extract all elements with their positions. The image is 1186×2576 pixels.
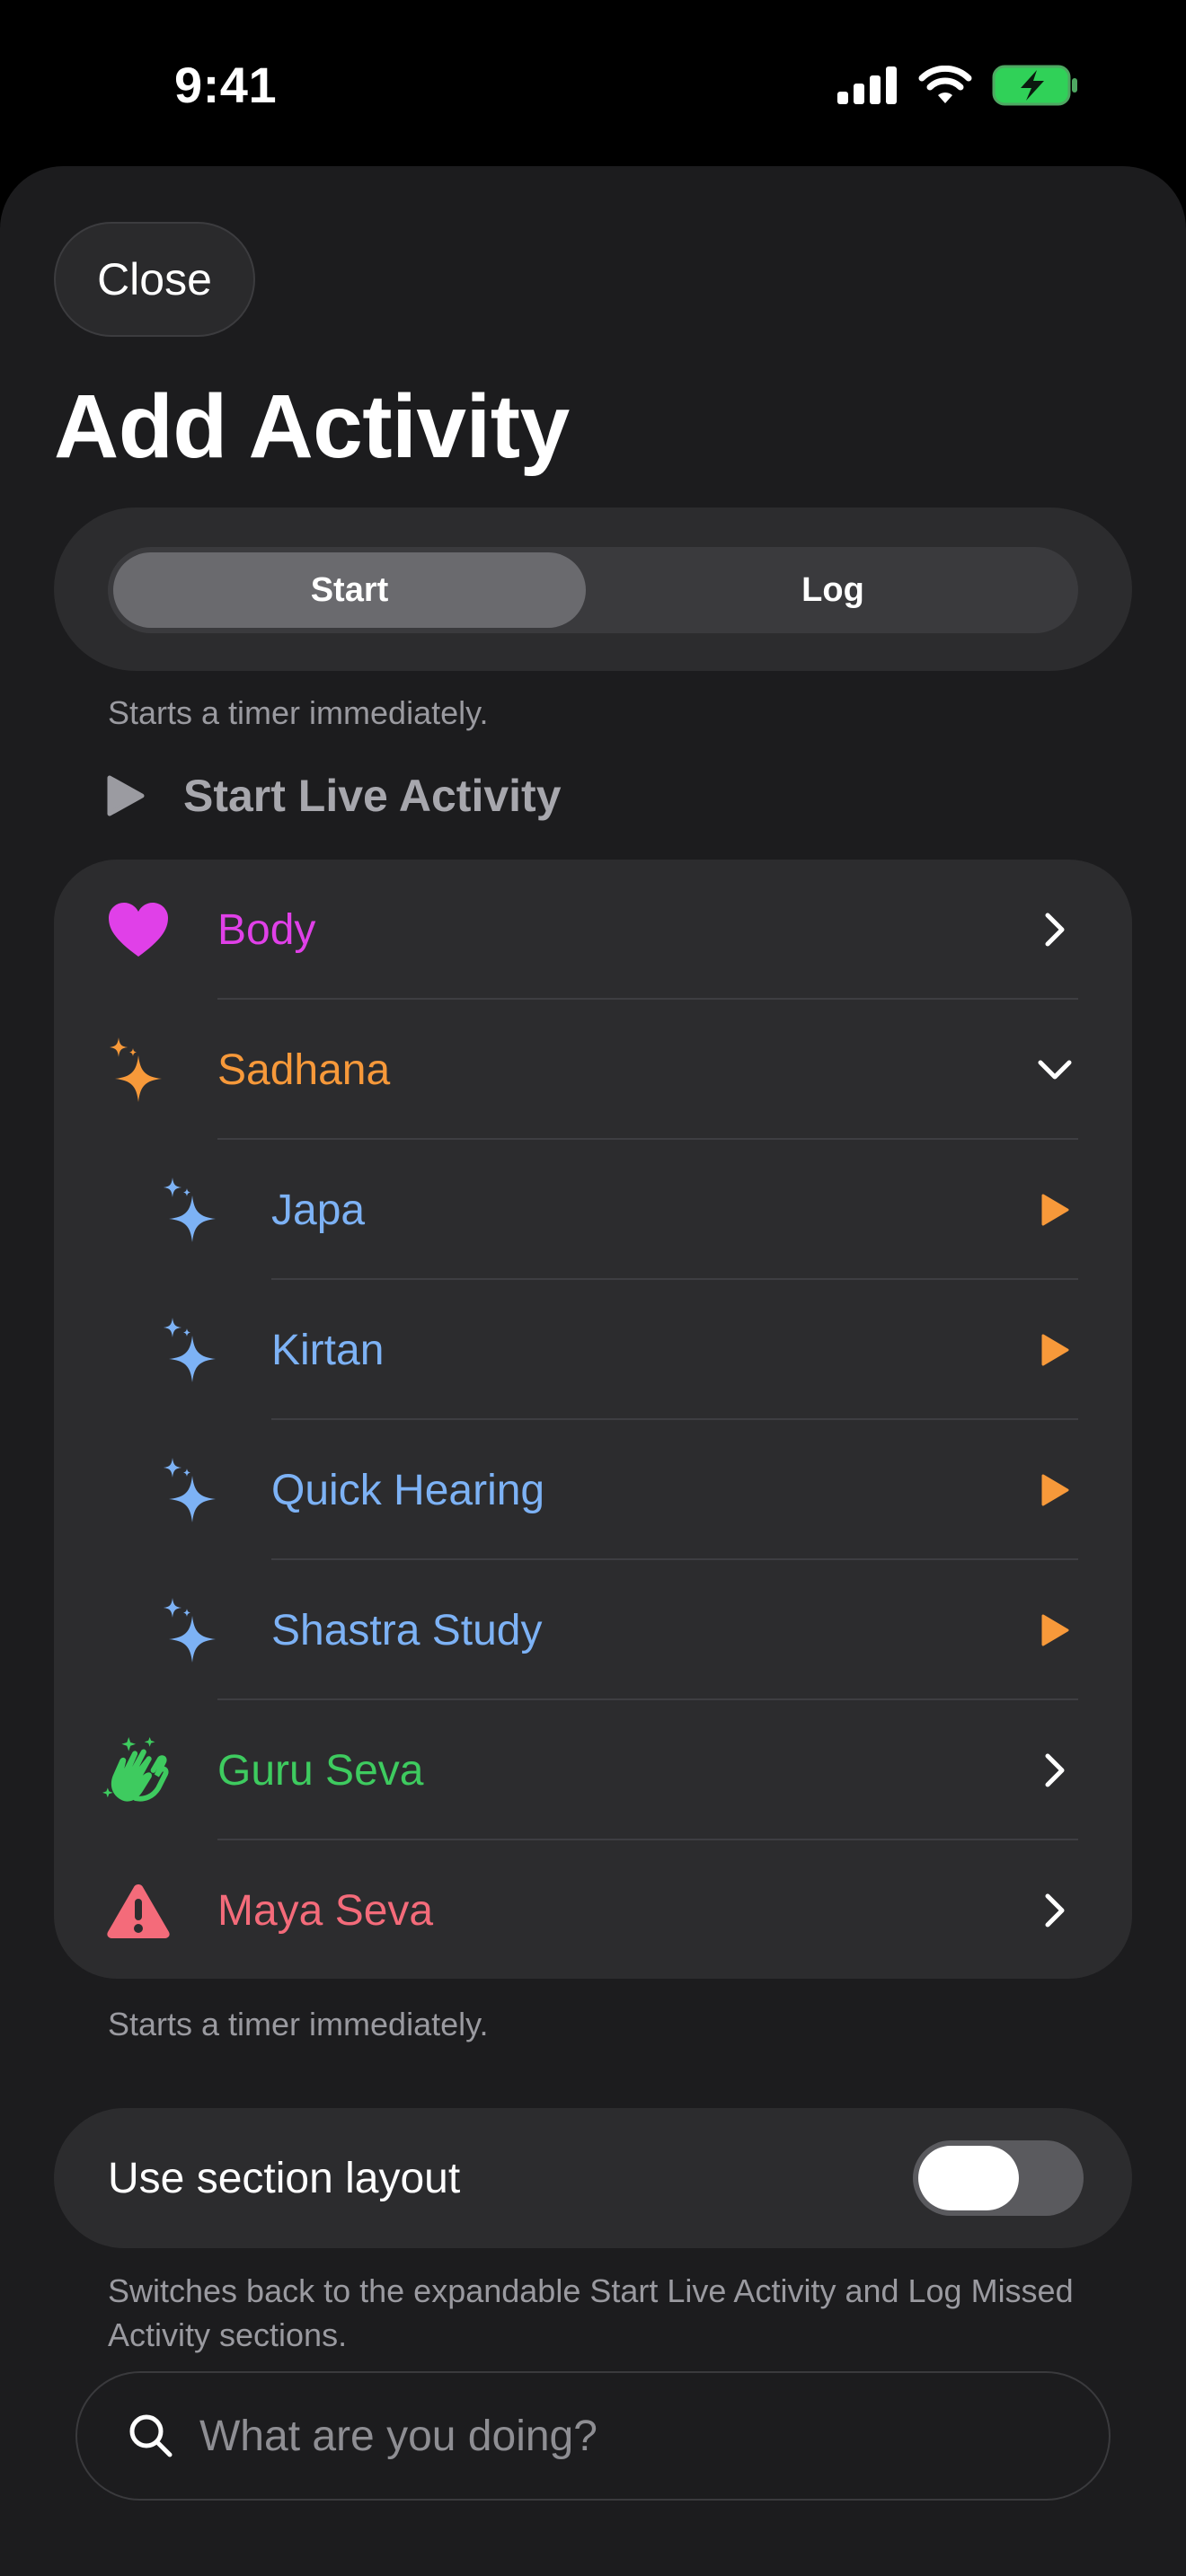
section-layout-row: Use section layout — [54, 2108, 1132, 2248]
activity-row-japa[interactable]: Japa — [54, 1140, 1132, 1280]
status-time: 9:41 — [174, 57, 278, 113]
sparkles-icon — [158, 1176, 226, 1244]
activity-label: Maya Seva — [217, 1886, 434, 1935]
mode-option-log[interactable]: Log — [597, 552, 1069, 628]
toggle-knob — [918, 2146, 1019, 2210]
activity-label: Quick Hearing — [271, 1466, 545, 1514]
chevron-right-icon — [1030, 904, 1080, 955]
add-activity-sheet: Close Add Activity Start Log Starts a ti… — [0, 166, 1186, 2576]
activity-label: Japa — [271, 1186, 366, 1234]
play-icon[interactable] — [1030, 1185, 1080, 1235]
sparkles-icon — [158, 1596, 226, 1664]
activity-label: Sadhana — [217, 1045, 391, 1094]
sparkles-icon — [158, 1456, 226, 1524]
activity-row-maya-seva[interactable]: Maya Seva — [54, 1840, 1132, 1979]
cellular-icon — [837, 66, 897, 104]
battery-charging-icon — [992, 65, 1077, 106]
activity-row-quick-hearing[interactable]: Quick Hearing — [54, 1420, 1132, 1560]
list-footer-hint: Starts a timer immediately. — [108, 2006, 489, 2042]
search-input[interactable] — [198, 2410, 1010, 2462]
start-live-activity-header[interactable]: Start Live Activity — [106, 770, 562, 822]
warning-icon — [104, 1876, 173, 1945]
section-layout-hint: Switches back to the expandable Start Li… — [108, 2272, 1074, 2353]
activity-label: Body — [217, 905, 316, 954]
activity-row-shastra-study[interactable]: Shastra Study — [54, 1560, 1132, 1700]
chevron-right-icon — [1030, 1745, 1080, 1795]
sparkles-icon — [104, 1036, 173, 1104]
activity-label: Guru Seva — [217, 1746, 424, 1795]
activity-row-sadhana[interactable]: Sadhana — [54, 1000, 1132, 1140]
mode-option-start[interactable]: Start — [113, 552, 586, 628]
activity-row-kirtan[interactable]: Kirtan — [54, 1280, 1132, 1420]
play-icon[interactable] — [1030, 1605, 1080, 1655]
section-layout-label: Use section layout — [108, 2154, 461, 2202]
chevron-right-icon — [1030, 1885, 1080, 1936]
play-icon[interactable] — [1030, 1325, 1080, 1375]
activity-row-body[interactable]: Body — [54, 860, 1132, 1000]
mode-picker-container: Start Log — [54, 507, 1132, 671]
search-bar[interactable] — [75, 2371, 1111, 2501]
play-icon[interactable] — [1030, 1465, 1080, 1515]
close-button[interactable]: Close — [54, 222, 255, 337]
status-bar: 9:41 — [0, 0, 1186, 166]
clapping-hands-icon — [102, 1736, 171, 1804]
activity-label: Kirtan — [271, 1326, 385, 1374]
activity-label: Shastra Study — [271, 1606, 543, 1654]
status-icons — [837, 65, 1078, 106]
start-live-activity-label: Start Live Activity — [183, 771, 562, 821]
page-title: Add Activity — [54, 376, 570, 477]
play-icon — [107, 775, 145, 816]
heart-icon — [104, 895, 173, 964]
mode-segmented-control: Start Log — [108, 547, 1078, 633]
activity-list: Body Sadhana Japa Kirtan Quick Hearing S… — [54, 860, 1132, 1979]
wifi-icon — [918, 66, 972, 103]
sparkles-icon — [158, 1316, 226, 1384]
start-hint: Starts a timer immediately. — [108, 694, 489, 731]
chevron-down-icon — [1030, 1045, 1080, 1095]
section-layout-toggle[interactable] — [913, 2140, 1084, 2216]
activity-row-guru-seva[interactable]: Guru Seva — [54, 1700, 1132, 1840]
search-icon — [129, 2414, 173, 2457]
